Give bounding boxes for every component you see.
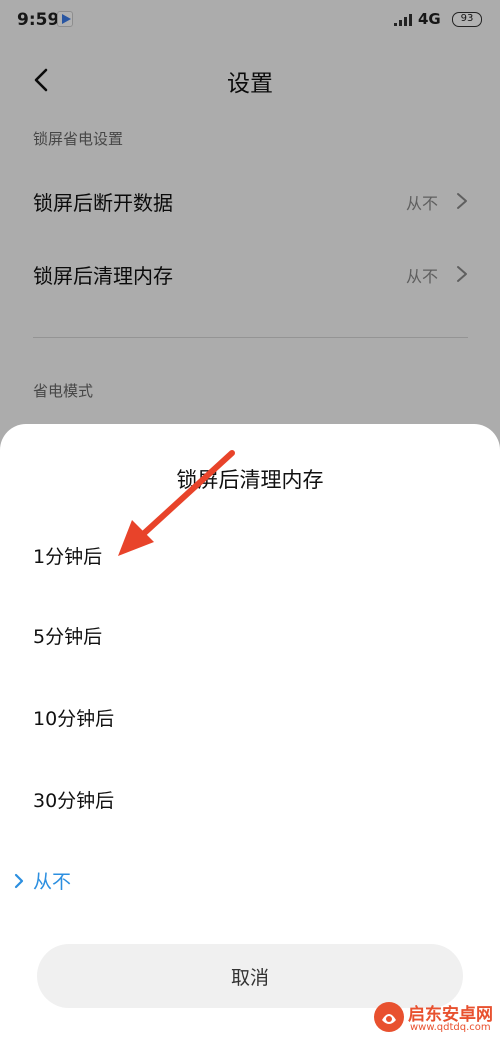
option-label: 10分钟后 [33,708,115,730]
watermark: 启东安卓网 www.qdtdq.com [372,998,500,1038]
option-label: 30分钟后 [33,790,115,812]
option-10-minutes[interactable]: 10分钟后 [0,678,500,758]
watermark-url: www.qdtdq.com [410,1022,491,1033]
check-chevron-icon [14,873,24,889]
option-5-minutes[interactable]: 5分钟后 [0,596,500,676]
option-label: 从不 [33,871,72,893]
bottom-sheet: 锁屏后清理内存 1分钟后 5分钟后 10分钟后 30分钟后 从不 取消 [0,424,500,1041]
watermark-logo-icon [374,1002,404,1032]
option-1-minute[interactable]: 1分钟后 [0,516,500,596]
option-label: 5分钟后 [33,626,103,648]
sheet-title: 锁屏后清理内存 [176,468,324,492]
cancel-label: 取消 [230,967,269,989]
option-30-minutes[interactable]: 30分钟后 [0,760,500,840]
option-never[interactable]: 从不 [0,841,500,921]
option-label: 1分钟后 [33,546,103,568]
